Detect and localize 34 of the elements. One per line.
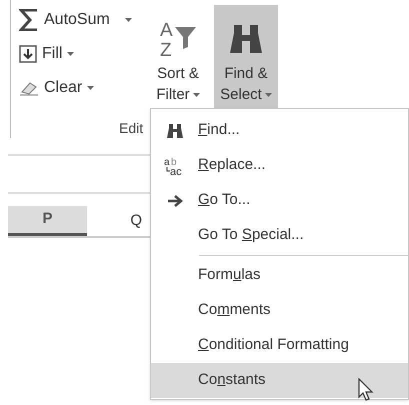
eraser-icon — [19, 80, 39, 96]
caret-icon — [264, 92, 272, 96]
menu-item[interactable]: Go To Special... — [151, 218, 408, 253]
sort-button[interactable]: A Z Sort & Filter — [146, 5, 210, 110]
find-button[interactable]: Find & Select — [214, 5, 278, 110]
menu-item-label: Formulas — [198, 265, 261, 286]
fill-button[interactable]: Fill — [19, 41, 146, 67]
column-header[interactable]: Q — [87, 206, 150, 236]
menu-item-label: Go To... — [198, 190, 250, 210]
column-header[interactable]: P — [8, 206, 87, 236]
binoculars-icon — [166, 122, 184, 140]
sum-button[interactable]: AutoSum — [19, 7, 146, 33]
menu-item[interactable]: Formulas — [151, 258, 408, 293]
menu-item[interactable]: Conditional Formatting — [151, 328, 408, 363]
caret-icon — [67, 52, 74, 56]
menu-item-label: Constants — [198, 370, 266, 390]
menu-item-label: Go To Special... — [198, 225, 304, 246]
caret-icon — [87, 86, 94, 90]
menu-item[interactable]: Go To... — [151, 183, 408, 218]
sigma-icon — [19, 9, 39, 31]
menu-item-label: Find... — [198, 120, 240, 140]
menu-item[interactable]: Find... — [151, 113, 408, 148]
menu-item[interactable]: Comments — [151, 293, 408, 328]
menu-item-label: Replace... — [198, 155, 266, 176]
caret-icon — [192, 92, 200, 96]
menu-item[interactable]: ab ac Replace... — [151, 148, 408, 183]
down-arrow-box-icon — [19, 45, 37, 63]
group-label: Edit — [119, 119, 144, 138]
caret-icon — [124, 18, 132, 22]
menu-item[interactable]: Constants — [151, 363, 408, 398]
right-arrow-icon — [166, 194, 182, 206]
clear-button[interactable]: Clear — [19, 75, 146, 101]
menu-item-label: Conditional Formatting — [198, 335, 349, 356]
menu-item-label: Comments — [198, 300, 271, 320]
